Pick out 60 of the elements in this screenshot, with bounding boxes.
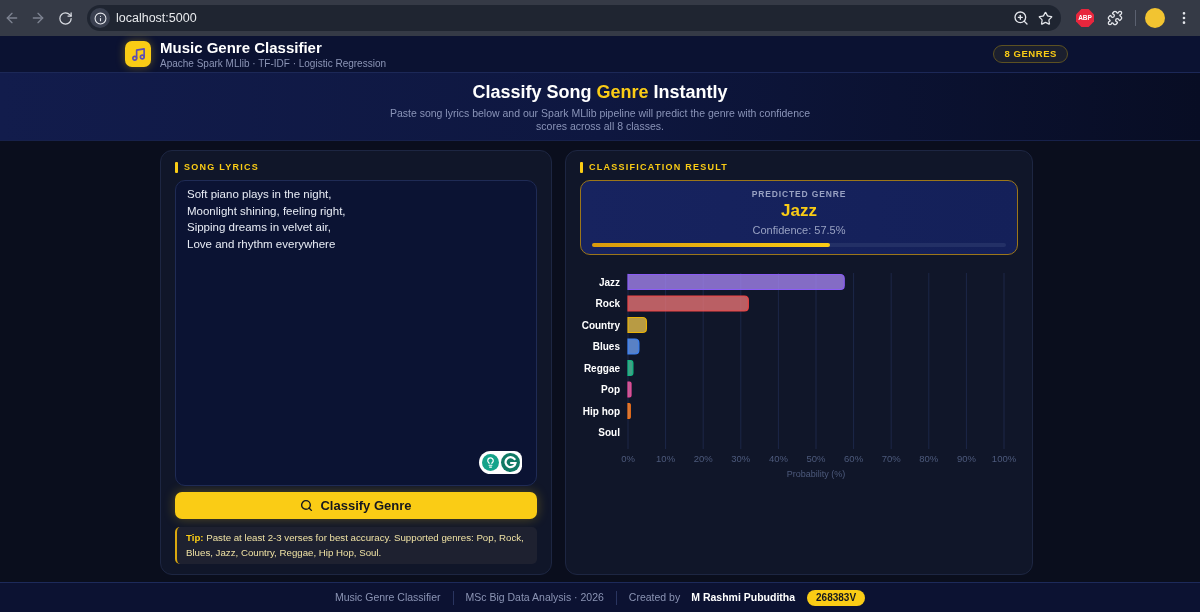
- category-label: Pop: [601, 384, 620, 395]
- category-label: Hip hop: [582, 405, 620, 417]
- tick-label: 30%: [731, 452, 751, 464]
- search-icon: [300, 499, 314, 512]
- predicted-genre: Jazz: [781, 201, 817, 221]
- bar: [627, 316, 647, 334]
- footer-text: MSc Big Data Analysis · 2026: [465, 589, 604, 605]
- panel-heading: CLASSIFICATION RESULT: [589, 161, 729, 173]
- tick-label: 60%: [844, 452, 864, 464]
- credit-label: Created by: [628, 589, 681, 605]
- tick-label: 0%: [621, 452, 635, 464]
- address-bar[interactable]: localhost:5000: [87, 5, 1061, 31]
- hero-title: Instantly: [653, 81, 728, 103]
- category-label: Jazz: [598, 276, 620, 288]
- axis-title: Probability (%): [786, 469, 846, 479]
- bar: [627, 402, 631, 420]
- bar: [627, 359, 634, 377]
- tick-label: 50%: [806, 452, 826, 464]
- avatar-icon[interactable]: [1145, 8, 1165, 28]
- puzzle-icon[interactable]: [1107, 10, 1123, 26]
- category-label: Blues: [592, 341, 620, 352]
- category-label: Soul: [598, 427, 620, 438]
- tick-label: 70%: [881, 452, 901, 464]
- tick-label: 90%: [956, 452, 976, 464]
- tick-label: 20%: [693, 452, 713, 464]
- tick-label: 100%: [991, 452, 1017, 464]
- tip-text: Tip: Paste at least 2-3 verses for best accuracy. Supported genres: Pop, Rock, Blues, Jazz, Country, Reggae, Hip Hop, Soul.: [186, 532, 524, 558]
- hero-subtitle: Paste song lyrics below and our Spark MLlib pipeline will predict the genre with confidence scores across all 8 classes.: [388, 107, 812, 133]
- forward-icon[interactable]: [30, 10, 46, 26]
- confidence-text: Confidence: 57.5%: [752, 223, 846, 237]
- tick-label: 10%: [656, 452, 676, 464]
- genre-count-badge: 8 GENRES: [993, 45, 1068, 63]
- author-name: M Rashmi Pubuditha: [691, 589, 796, 605]
- tick-label: 80%: [919, 452, 939, 464]
- music-note-icon: [125, 41, 151, 67]
- bar: [627, 381, 632, 398]
- back-icon[interactable]: [4, 10, 20, 26]
- app-title: Music Genre Classifier: [160, 38, 323, 57]
- lightbulb-icon[interactable]: [482, 454, 499, 471]
- classify-button[interactable]: Classify Genre: [175, 492, 537, 519]
- writing-assistant-widget[interactable]: [479, 451, 522, 474]
- url-text: localhost:5000: [116, 9, 197, 27]
- footer-text: Music Genre Classifier: [334, 589, 441, 605]
- hero-title-highlight: Genre: [596, 81, 649, 103]
- zoom-icon[interactable]: [1013, 10, 1029, 26]
- bar: [627, 338, 640, 355]
- app-subtitle: Apache Spark MLlib · TF-IDF · Logistic Regression: [160, 56, 386, 70]
- category-label: Rock: [595, 298, 620, 309]
- tick-label: 40%: [768, 452, 788, 464]
- category-label: Country: [581, 319, 620, 331]
- reload-icon[interactable]: [58, 10, 73, 26]
- logo-icon[interactable]: [501, 453, 520, 472]
- info-icon[interactable]: [90, 8, 110, 28]
- student-id-badge: 268383V: [807, 589, 866, 606]
- lyrics-input[interactable]: Soft piano plays in the night, Moonlight shining, feeling right, Sipping dreams in velvet air, Love and rhythm everywhere: [175, 180, 537, 486]
- star-icon[interactable]: [1038, 10, 1053, 26]
- panel-heading: SONG LYRICS: [184, 161, 260, 173]
- category-label: Reggae: [583, 362, 620, 374]
- hero-title: Classify Song: [472, 81, 592, 103]
- prediction-label: PREDICTED GENRE: [751, 189, 847, 200]
